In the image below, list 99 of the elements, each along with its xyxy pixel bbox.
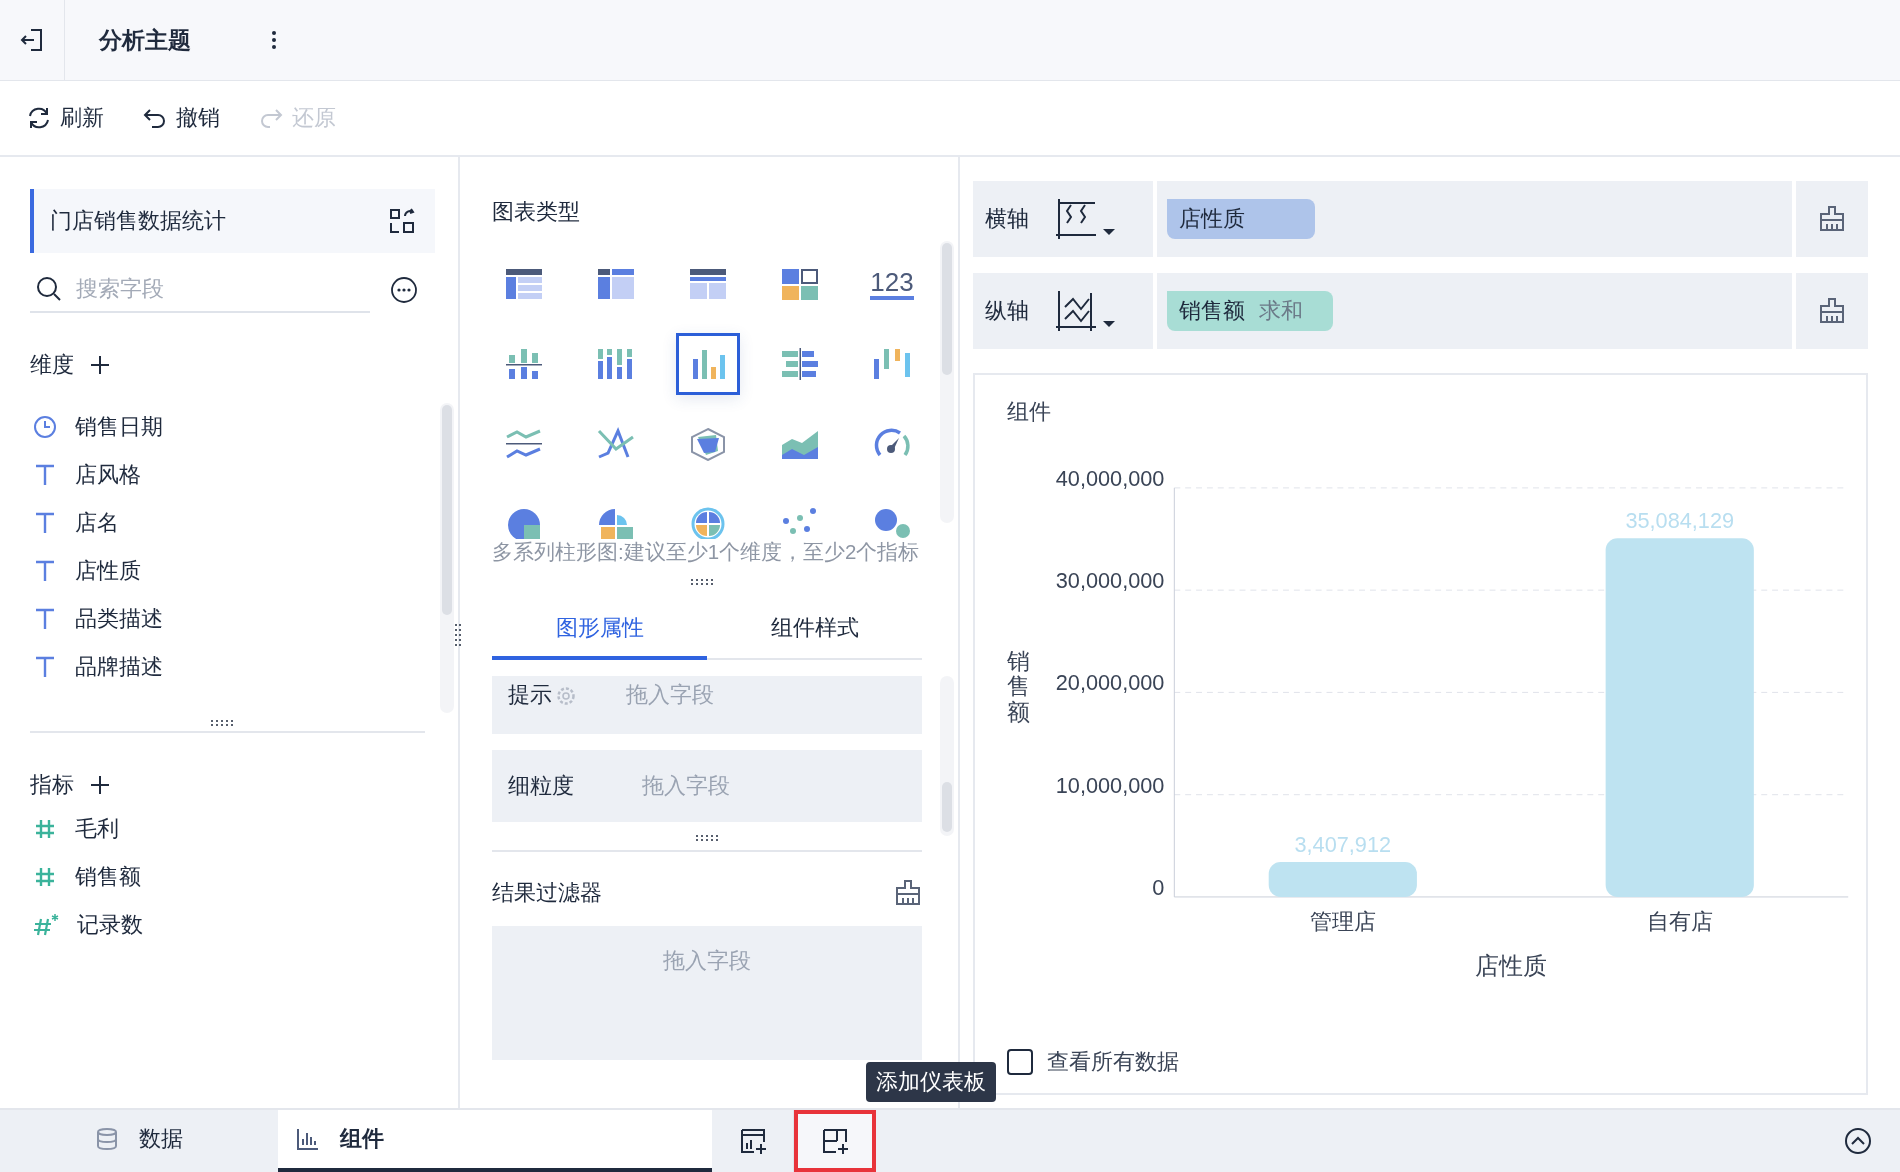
chart-title: 组件 (1007, 398, 1052, 426)
more-icon[interactable] (390, 276, 418, 304)
field-label: 提示 (508, 680, 552, 709)
field-name[interactable]: 销售日期 (75, 412, 163, 442)
dataset-card[interactable]: 门店销售数据统计 (30, 189, 435, 253)
tick-label: 20,000,000 (1055, 670, 1165, 696)
drag-handle-icon[interactable] (210, 719, 234, 727)
clock-icon (33, 415, 57, 439)
database-icon (95, 1127, 119, 1151)
section-title: 图表类型 (492, 198, 581, 226)
bubble-chart-icon (872, 507, 912, 539)
tick-label: 0 (1152, 875, 1165, 900)
field-name[interactable]: 店风格 (75, 460, 141, 490)
data-label: 3,407,912 (1294, 832, 1392, 858)
plus-icon[interactable] (90, 355, 110, 375)
axis-type-icon[interactable] (1055, 197, 1117, 241)
rose-chart-icon (596, 507, 636, 539)
bottom-tab[interactable]: 数据 (0, 1110, 278, 1172)
drag-handle-icon[interactable] (695, 833, 719, 842)
plus-icon[interactable] (90, 775, 110, 795)
category-label: 自有店 (1646, 908, 1713, 934)
placeholder-text: 拖入字段 (626, 680, 714, 709)
tab[interactable]: 组件样式 (707, 599, 922, 660)
crosstable-chart-icon (596, 267, 636, 301)
text-type-icon (33, 655, 57, 679)
hash-star-icon (33, 913, 59, 937)
compare-bar-chart-icon (780, 347, 820, 381)
section-title: 结果过滤器 (492, 878, 602, 907)
field-name[interactable]: 记录数 (77, 910, 143, 940)
more-icon[interactable] (271, 30, 277, 50)
category-label: 管理店 (1309, 908, 1376, 934)
field-name[interactable]: 店性质 (75, 556, 141, 586)
text-type-icon (33, 607, 57, 631)
field-name[interactable]: 品类描述 (75, 604, 163, 634)
field-name[interactable]: 店名 (75, 508, 119, 538)
axis-label: 横轴 (985, 205, 1029, 233)
data-label: 35,084,129 (1625, 508, 1735, 534)
hint-text: 多系列柱形图:建议至少1个维度，至少2个指标 (492, 539, 921, 565)
range-bar-chart-icon (872, 347, 912, 381)
checkbox-label: 查看所有数据 (1047, 1048, 1179, 1076)
placeholder-text: 拖入字段 (663, 946, 751, 975)
hash-icon (33, 865, 57, 889)
axis-label: 纵轴 (985, 297, 1029, 325)
hash-icon (33, 817, 57, 841)
tooltip: 添加仪表板 (866, 1062, 996, 1102)
exit-icon[interactable] (19, 27, 45, 53)
search-field[interactable]: 搜索字段 (74, 275, 348, 303)
grouped-table-chart-icon (688, 267, 728, 301)
drag-handle-icon[interactable] (454, 623, 462, 647)
scrollbar[interactable] (940, 675, 954, 836)
radar-chart-icon (688, 427, 728, 461)
search-icon (36, 276, 62, 302)
drop-field[interactable]: 提示 拖入字段 (492, 675, 922, 734)
field-name[interactable]: 毛利 (75, 814, 119, 844)
field-name[interactable]: 销售额 (75, 862, 141, 892)
tick-label: 30,000,000 (1055, 568, 1165, 594)
axis-title: 店性质 (1475, 953, 1548, 979)
add-layout-icon (820, 1127, 849, 1155)
page-title: 分析主题 (99, 25, 191, 55)
placeholder-text: 拖入字段 (642, 771, 730, 800)
toolbar-button[interactable]: 撤销 (142, 103, 220, 133)
diverging-bar-chart-icon (504, 347, 544, 381)
refresh-icon (26, 105, 52, 131)
cross-line-chart-icon (596, 427, 636, 461)
add-chart-icon (738, 1127, 767, 1155)
tick-label: 40,000,000 (1055, 465, 1165, 491)
drop-field[interactable]: 细粒度 拖入字段 (492, 749, 922, 822)
field-pill[interactable]: 店性质 (1167, 199, 1315, 239)
section-title: 指标 (30, 771, 74, 799)
section-title: 维度 (30, 351, 74, 379)
text-type-icon (33, 559, 57, 583)
drag-handle-icon[interactable] (690, 577, 714, 586)
multi-line-chart-icon (504, 427, 544, 461)
dataset-name: 门店销售数据统计 (50, 207, 226, 235)
axis-title: 销售额 (1007, 649, 1030, 725)
toolbar-button[interactable] (794, 1110, 876, 1172)
tick-label: 10,000,000 (1055, 772, 1165, 798)
chart-type-option[interactable] (676, 333, 740, 395)
scrollbar[interactable] (940, 241, 954, 523)
detail-table-chart-icon (504, 267, 544, 301)
card-grid-chart-icon (780, 267, 820, 301)
brush-icon[interactable] (894, 878, 922, 907)
field-label: 细粒度 (508, 771, 575, 800)
switch-icon[interactable] (389, 208, 415, 234)
text-type-icon (33, 511, 57, 535)
field-name[interactable]: 品牌描述 (75, 652, 163, 682)
bottom-tab[interactable]: 组件 (278, 1110, 712, 1172)
brush-icon[interactable] (1818, 205, 1846, 233)
toolbar-button[interactable]: 刷新 (26, 103, 104, 133)
brush-icon[interactable] (1818, 297, 1846, 325)
checkbox[interactable] (1007, 1049, 1033, 1075)
axis-type-icon[interactable] (1055, 289, 1117, 333)
collapse-icon[interactable] (1844, 1127, 1872, 1155)
field-pill[interactable]: 销售额 求和 (1167, 291, 1333, 331)
scrollbar[interactable] (440, 403, 454, 713)
tab[interactable]: 图形属性 (492, 599, 707, 660)
text-type-icon (33, 463, 57, 487)
chart-type-option[interactable]: 123 (860, 253, 922, 315)
bar-chart-icon (296, 1127, 320, 1151)
